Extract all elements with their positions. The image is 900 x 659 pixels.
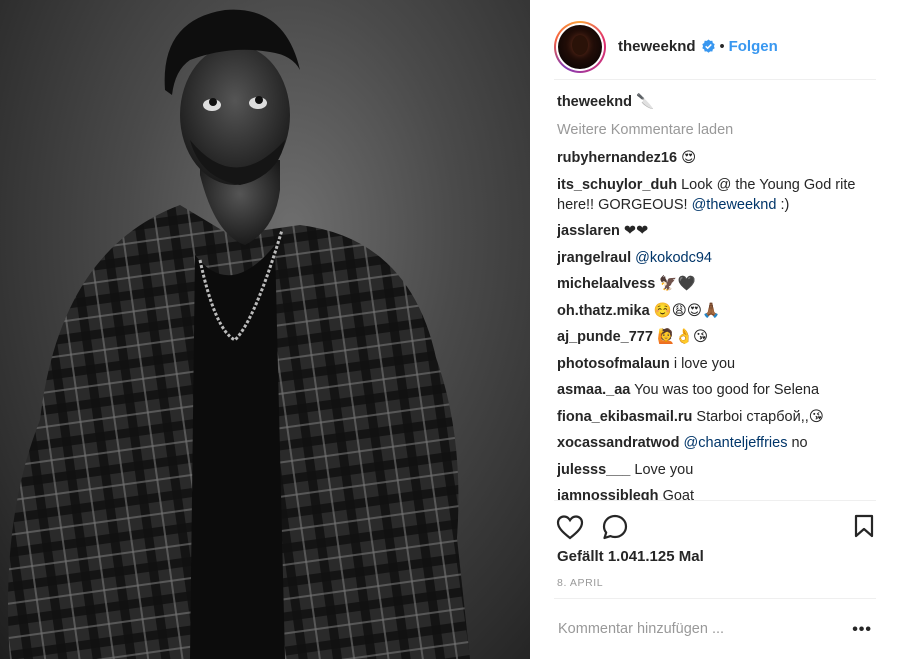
comment-username[interactable]: oh.thatz.mika — [557, 303, 650, 319]
comment-mention-link[interactable]: @kokodc94 — [635, 250, 712, 266]
post-date[interactable]: 8. APRIL — [557, 577, 603, 589]
comment-text: ❤❤ — [623, 223, 649, 239]
comment-username[interactable]: jrangelraul — [557, 250, 631, 266]
comment-item: jasslaren ❤❤ — [557, 221, 877, 241]
comment-text: Starboi старбой,,😘 — [696, 408, 824, 425]
action-bar — [554, 500, 876, 552]
comment-username[interactable]: fiona_ekibasmail.ru — [557, 409, 692, 425]
comment-item: asmaa._aa You was too good for Selena — [557, 380, 877, 400]
load-more-comments-link[interactable]: Weitere Kommentare laden — [557, 120, 877, 140]
caption-username[interactable]: theweeknd — [557, 94, 632, 110]
comment-text: You was too good for Selena — [634, 382, 820, 398]
comment-mention-link[interactable]: @theweeknd — [692, 197, 777, 213]
comment-username[interactable]: iamnossiblegh — [557, 488, 659, 500]
comment-username[interactable]: asmaa._aa — [557, 382, 630, 398]
comment-username[interactable]: photosofmalaun — [557, 356, 670, 372]
comment-item: photosofmalaun i love you — [557, 354, 877, 374]
comment-item: oh.thatz.mika ☺️😩😍🙏🏾 — [557, 301, 877, 321]
comment-username[interactable]: rubyhernandez16 — [557, 150, 677, 166]
comment-item: rubyhernandez16 😍 — [557, 148, 877, 168]
comment-text-after: no — [791, 435, 808, 451]
comment-item: its_schuylor_duh Look @ the Young God ri… — [557, 175, 877, 215]
comment-text: i love you — [673, 355, 736, 372]
comments-list[interactable]: theweeknd 🔪 Weitere Kommentare laden rub… — [557, 92, 877, 500]
comment-text-after: :) — [780, 196, 790, 213]
comment-username[interactable]: its_schuylor_duh — [557, 177, 677, 193]
add-comment-bar: Kommentar hinzufügen ... ••• — [554, 598, 876, 659]
follow-button[interactable]: Folgen — [729, 38, 778, 55]
comment-username[interactable]: jasslaren — [557, 223, 620, 239]
comment-text: 🙋👌😘 — [656, 329, 709, 345]
post-photo[interactable] — [0, 0, 530, 659]
comment-text: 🦅🖤 — [659, 276, 696, 292]
comment-item: xocassandratwod @chanteljeffries no — [557, 433, 877, 453]
bookmark-icon[interactable] — [854, 514, 874, 538]
post-header: theweeknd • Folgen — [554, 14, 876, 80]
comment-username[interactable]: julesss___ — [557, 462, 630, 478]
comment-username[interactable]: xocassandratwod — [557, 435, 680, 451]
comment-text: Love you — [634, 461, 694, 478]
comment-item: jrangelraul @kokodc94 — [557, 248, 877, 268]
comment-item: fiona_ekibasmail.ru Starboi старбой,,😘 — [557, 407, 877, 427]
comment-item: julesss___ Love you — [557, 460, 877, 480]
comment-input[interactable]: Kommentar hinzufügen ... — [558, 621, 724, 637]
avatar[interactable] — [554, 20, 606, 73]
comment-username[interactable]: aj_punde_777 — [557, 329, 653, 345]
comment-mention-link[interactable]: @chanteljeffries — [684, 435, 788, 451]
comment-username[interactable]: michelaalvess — [557, 276, 655, 292]
more-options-icon[interactable]: ••• — [852, 621, 872, 639]
heart-icon[interactable] — [556, 514, 584, 540]
comment-text: 😍 — [681, 150, 697, 166]
comment-bubble-icon[interactable] — [602, 514, 628, 540]
header-username[interactable]: theweeknd — [618, 38, 696, 55]
comment-text: Goat — [662, 488, 694, 500]
likes-count[interactable]: Gefällt 1.041.125 Mal — [557, 548, 704, 565]
caption-text: 🔪 — [635, 94, 655, 110]
comment-item: iamnossiblegh Goat — [557, 486, 877, 500]
post-caption: theweeknd 🔪 — [557, 92, 877, 112]
header-separator: • — [719, 38, 725, 55]
comment-text: ☺️😩😍🙏🏾 — [653, 302, 721, 319]
verified-badge-icon — [701, 39, 715, 53]
portrait-illustration — [8, 9, 470, 659]
comment-item: michelaalvess 🦅🖤 — [557, 274, 877, 294]
post-detail-pane: theweeknd • Folgen theweeknd 🔪 Weitere K… — [530, 0, 900, 659]
comment-item: aj_punde_777 🙋👌😘 — [557, 327, 877, 347]
